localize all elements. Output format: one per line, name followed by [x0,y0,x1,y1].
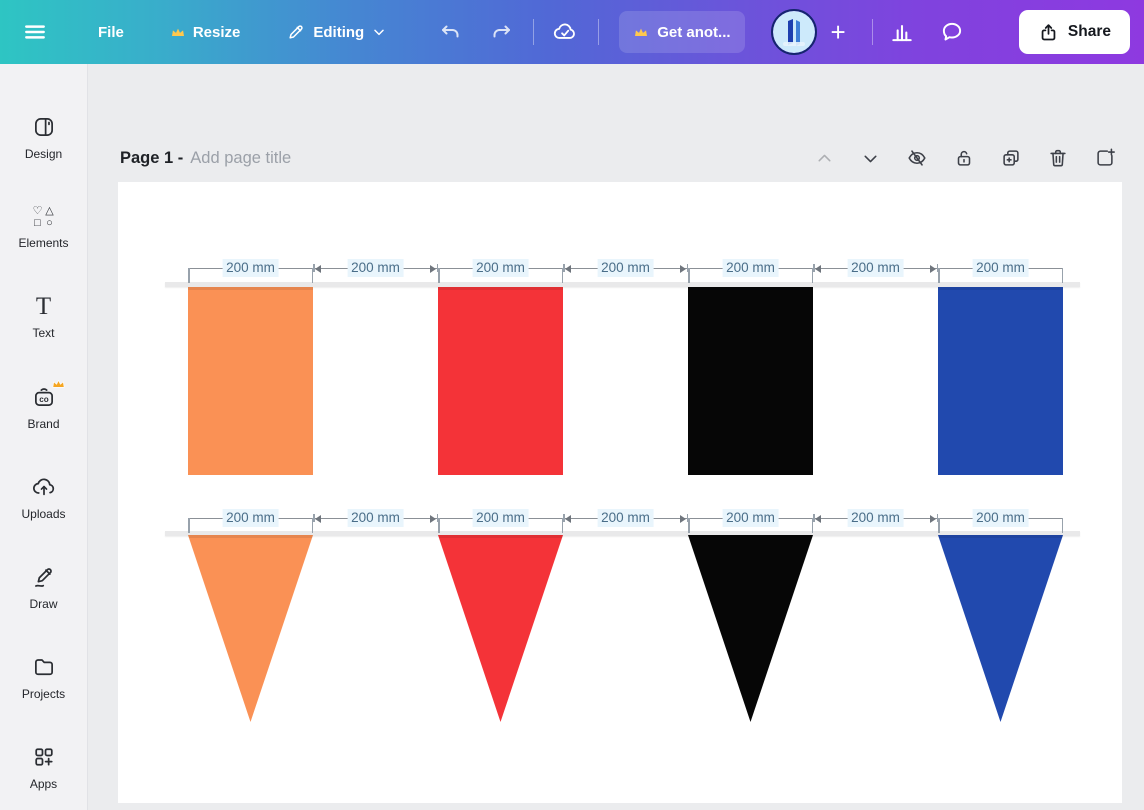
add-page-icon[interactable] [1094,147,1116,169]
design-icon [31,114,57,140]
resize-menu[interactable]: Resize [170,24,240,41]
chat-icon[interactable] [939,19,965,45]
upload-cloud-icon [31,474,57,500]
dimension-label: 200 mm [472,509,529,527]
page-title[interactable]: Page 1 - Add page title [120,149,291,168]
sidebar-item-text[interactable]: T Text [0,272,87,362]
undo-icon[interactable] [439,20,463,44]
sidebar-item-label: Design [24,146,63,161]
sidebar-item-draw[interactable]: Draw [0,542,87,632]
redo-icon[interactable] [489,20,513,44]
crown-icon [170,25,186,39]
crown-icon [633,25,649,39]
chevron-up-icon[interactable] [814,148,835,169]
dimension-label: 200 mm [597,509,654,527]
dimension-label: 200 mm [847,259,904,277]
editing-mode-menu[interactable]: Editing [286,22,387,42]
share-icon [1038,22,1059,43]
toolbar-divider [598,19,600,45]
share-button[interactable]: Share [1018,10,1130,54]
pencil-icon [31,564,57,590]
crown-icon [51,377,66,390]
page-title-placeholder: Add page title [190,148,292,167]
duplicate-icon[interactable] [1000,147,1022,169]
sidebar-item-design[interactable]: Design [0,92,87,182]
canvas-page[interactable]: 200 mm 200 mm 200 mm 200 mm 200 mm 200 mm 200 … [118,182,1122,803]
page-header: Page 1 - Add page title [120,142,1116,174]
dimension-label: 200 mm [972,259,1029,277]
toolbar-divider [871,19,873,45]
apps-grid-icon [31,744,57,770]
sidebar-item-projects[interactable]: Projects [0,632,87,722]
bunting-flag-pennant[interactable] [688,535,813,722]
page-number-label: Page 1 - [120,148,184,167]
dimension-label: 200 mm [222,259,279,277]
sidebar-item-label: Uploads [21,506,66,521]
dimension-label: 200 mm [722,259,779,277]
sidebar-item-elements[interactable]: ♡ △ □ ○ Elements [0,182,87,272]
top-toolbar: File Resize Editing Get anot... + Share [0,0,1144,64]
workspace: Page 1 - Add page title 200 mm 200 mm 20… [88,64,1144,810]
chevron-down-icon [371,24,387,40]
text-icon: T [35,292,52,320]
file-menu[interactable]: File [98,24,124,41]
bunting-flag-pennant[interactable] [438,535,563,722]
cloud-check-icon[interactable] [552,19,578,45]
toolbar-divider [533,19,535,45]
dimension-label: 200 mm [972,509,1029,527]
hamburger-icon[interactable] [22,19,48,45]
dimension-label: 200 mm [597,259,654,277]
get-another-button[interactable]: Get anot... [619,11,745,53]
dimension-label: 200 mm [847,509,904,527]
bunting-flag-pennant[interactable] [938,535,1063,722]
sidebar-item-label: Brand [27,416,60,431]
lock-icon[interactable] [953,147,975,169]
pencil-icon [286,22,306,42]
sidebar-item-apps[interactable]: Apps [0,722,87,810]
sidebar: Design ♡ △ □ ○ Elements T Text co Brand … [0,64,88,810]
dimension-label: 200 mm [222,509,279,527]
sidebar-item-uploads[interactable]: Uploads [0,452,87,542]
sidebar-item-brand[interactable]: co Brand [0,362,87,452]
page-actions [814,147,1116,169]
bar-chart-icon[interactable] [889,19,915,45]
sidebar-item-label: Apps [29,776,58,791]
svg-text:co: co [39,394,49,403]
dimension-label: 200 mm [347,509,404,527]
trash-icon[interactable] [1047,147,1069,169]
bunting-flag-pennant[interactable] [188,535,313,722]
avatar[interactable] [770,9,817,55]
sidebar-item-label: Text [32,325,55,340]
sidebar-item-label: Draw [29,596,58,611]
folder-icon [31,654,57,680]
chevron-down-icon[interactable] [860,148,881,169]
dimension-label: 200 mm [347,259,404,277]
dimension-label: 200 mm [472,259,529,277]
add-member-plus-icon[interactable]: + [825,19,852,45]
hide-eye-icon[interactable] [906,147,928,169]
sidebar-item-label: Elements [18,235,69,250]
sidebar-item-label: Projects [21,686,66,701]
dimension-label: 200 mm [722,509,779,527]
shapes-icon: ♡ △ □ ○ [32,204,54,229]
